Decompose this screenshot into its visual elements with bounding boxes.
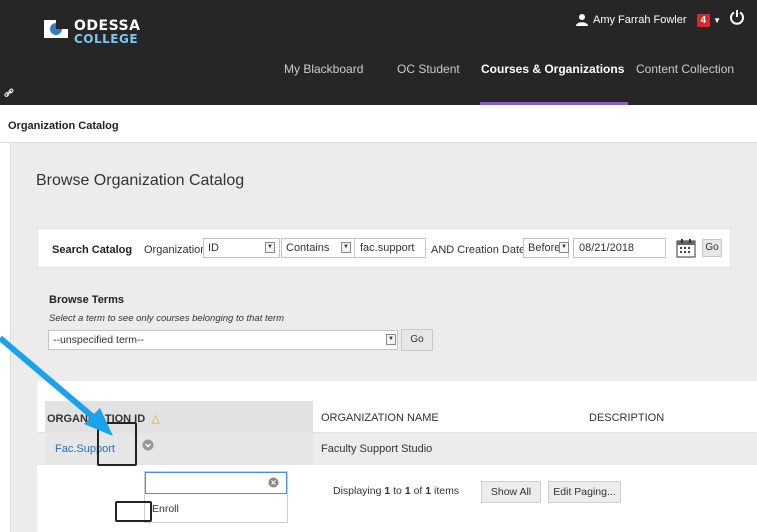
enroll-menu-item[interactable]: Enroll	[149, 501, 183, 518]
paging-to: 1	[404, 485, 411, 497]
options-chevron-icon[interactable]	[142, 439, 154, 451]
paging-summary: Displaying 1 to 1 of 1 items	[333, 485, 459, 497]
paging-from: 1	[384, 485, 391, 497]
nav-oc-student[interactable]: OC Student	[397, 62, 460, 76]
context-menu-search-input[interactable]	[145, 472, 287, 494]
browse-terms-subtitle: Select a term to see only courses belong…	[49, 313, 284, 324]
nav-my-blackboard[interactable]: My Blackboard	[284, 62, 363, 76]
nav-content-collection[interactable]: Content Collection	[636, 62, 734, 76]
user-icon	[576, 14, 588, 26]
term-select[interactable]: --unspecified term--	[48, 330, 398, 350]
chevron-down-icon[interactable]: ▼	[559, 242, 569, 253]
show-all-button[interactable]: Show All	[481, 481, 541, 503]
top-header: ODESSA COLLEGE Amy Farrah Fowler 4 ▼ My …	[10, 0, 757, 105]
column-header-organization-name[interactable]: ORGANIZATION NAME	[321, 412, 439, 424]
breadcrumb: Organization Catalog	[8, 120, 119, 132]
link-icon[interactable]	[4, 88, 14, 98]
page-title: Browse Organization Catalog	[36, 172, 245, 189]
paging-prefix: Displaying	[333, 485, 382, 497]
paging-total: 1	[425, 485, 432, 497]
chevron-down-icon: ▼	[713, 15, 722, 25]
table-header-row: ORGANIZATION ID △ ORGANIZATION NAME DESC…	[37, 401, 757, 433]
term-go-button[interactable]: Go	[401, 329, 433, 351]
sort-ascending-icon: △	[151, 413, 160, 425]
highlight-box-enroll	[115, 501, 152, 522]
chevron-down-icon[interactable]: ▼	[265, 242, 275, 253]
browse-terms-panel: Browse Terms Select a term to see only c…	[37, 289, 757, 367]
nav-courses-organizations[interactable]: Courses & Organizations	[481, 62, 624, 76]
context-menu: Enroll	[144, 471, 288, 523]
search-input-value: fac.support	[360, 242, 415, 254]
user-name: Amy Farrah Fowler	[593, 14, 687, 26]
main-content: Browse Organization Catalog Search Catal…	[10, 143, 757, 532]
column-header-description[interactable]: DESCRIPTION	[589, 412, 664, 424]
paging-to-word: to	[393, 485, 402, 497]
notification-badge[interactable]: 4	[696, 13, 711, 27]
operator-select-value: Contains	[286, 242, 330, 254]
logo-text-line2: COLLEGE	[74, 32, 139, 46]
search-go-button[interactable]: Go	[702, 239, 722, 257]
user-menu[interactable]: Amy Farrah Fowler 4 ▼	[575, 10, 721, 30]
creation-date-label: AND Creation Date	[431, 244, 526, 256]
paging-suffix: items	[434, 485, 460, 497]
date-input[interactable]: 08/21/2018	[573, 238, 666, 258]
logo-mark-icon	[44, 20, 68, 38]
edit-paging-button[interactable]: Edit Paging...	[548, 481, 621, 503]
date-input-value: 08/21/2018	[579, 242, 635, 254]
term-select-value: --unspecified term--	[53, 334, 145, 346]
clear-icon[interactable]	[268, 477, 279, 488]
calendar-icon[interactable]	[676, 238, 696, 258]
college-logo[interactable]: ODESSA COLLEGE	[44, 14, 154, 46]
search-field-select-value: ID	[208, 242, 219, 254]
highlight-box-chevron	[97, 422, 137, 466]
search-catalog-panel: Search Catalog Organization ID ▼ Contain…	[37, 228, 731, 268]
search-input[interactable]: fac.support	[354, 238, 426, 258]
browse-terms-title: Browse Terms	[49, 294, 124, 306]
date-operator-select-value: Before	[528, 242, 561, 254]
chevron-down-icon[interactable]: ▼	[341, 242, 351, 253]
chevron-down-icon[interactable]: ▼	[386, 334, 396, 345]
search-catalog-label: Search Catalog	[52, 244, 133, 256]
power-icon[interactable]	[729, 9, 745, 25]
paging-of-word: of	[413, 485, 423, 497]
organization-name-cell: Faculty Support Studio	[321, 443, 433, 455]
search-field-label: Organization	[144, 244, 207, 256]
breadcrumb-bar: Organization Catalog	[0, 105, 757, 143]
